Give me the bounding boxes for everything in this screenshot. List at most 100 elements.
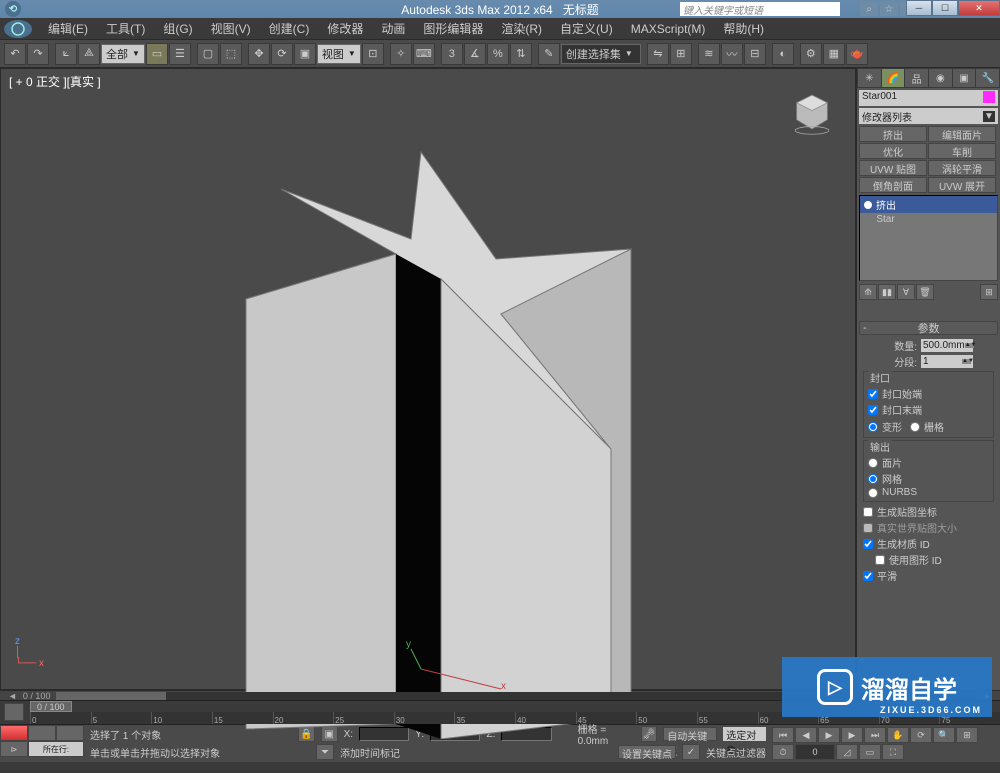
selection-filter-dropdown[interactable]: 全部▼: [101, 44, 145, 64]
tab-utilities[interactable]: 🔧: [976, 69, 999, 87]
render-button[interactable]: 🫖: [846, 43, 868, 65]
mod-btn-lathe[interactable]: 车削: [928, 143, 996, 159]
minimize-button[interactable]: ─: [906, 0, 932, 16]
rollout-header[interactable]: -参数: [859, 321, 998, 335]
nav-max-button[interactable]: ⛶: [882, 744, 904, 760]
maximize-button[interactable]: ☐: [932, 0, 958, 16]
menu-rendering[interactable]: 渲染(R): [493, 18, 550, 39]
app-menu-button[interactable]: [4, 20, 32, 38]
goto-start-button[interactable]: ⏮: [772, 727, 794, 743]
tab-motion[interactable]: ◉: [929, 69, 952, 87]
pin-stack-button[interactable]: ⟰: [859, 284, 877, 300]
link-button[interactable]: ⟀: [55, 43, 77, 65]
keyfilter-button[interactable]: 关键点过滤器: [706, 745, 766, 760]
menu-view[interactable]: 视图(V): [203, 18, 259, 39]
menu-grapheditors[interactable]: 图形编辑器: [415, 18, 491, 39]
stack-item-extrude[interactable]: 挤出: [860, 196, 997, 213]
goto-end-button[interactable]: ⏭: [864, 727, 886, 743]
time-tag-icon[interactable]: ⏷: [316, 744, 334, 760]
layer-button[interactable]: ≋: [698, 43, 720, 65]
configure-sets-button[interactable]: ⊞: [980, 284, 998, 300]
keyobj-dropdown[interactable]: 选定对象: [723, 727, 766, 741]
nav-orbit-button[interactable]: ⟳: [910, 727, 932, 743]
modifier-stack[interactable]: 挤出 Star: [859, 195, 998, 281]
cap-start-check[interactable]: [868, 389, 878, 399]
select-name-button[interactable]: ☰: [169, 43, 191, 65]
menu-maxscript[interactable]: MAXScript(M): [623, 20, 714, 38]
percent-snap-button[interactable]: %: [487, 43, 509, 65]
bulb-icon[interactable]: [864, 201, 872, 209]
show-end-button[interactable]: ▮▮: [878, 284, 896, 300]
rotate-button[interactable]: ⟳: [271, 43, 293, 65]
time-config-button[interactable]: ⏱: [772, 744, 794, 760]
time-slider[interactable]: 0 / 100: [30, 701, 72, 712]
angle-snap-button[interactable]: ∡: [464, 43, 486, 65]
comm-icon[interactable]: ☆: [880, 2, 898, 16]
maxscript-mini-button[interactable]: ⊳: [0, 741, 28, 757]
tab-hierarchy[interactable]: 品: [905, 69, 928, 87]
unlink-button[interactable]: ⟁: [78, 43, 100, 65]
amount-spinner[interactable]: 500.0mm▲▼: [921, 339, 973, 352]
pivot-button[interactable]: ⊡: [362, 43, 384, 65]
render-frame-button[interactable]: ▦: [823, 43, 845, 65]
ref-coord-dropdown[interactable]: 视图▼: [317, 44, 361, 64]
edit-named-sel-button[interactable]: ✎: [538, 43, 560, 65]
realworld-check[interactable]: [863, 523, 873, 533]
tab-display[interactable]: ▣: [953, 69, 976, 87]
key-icon[interactable]: 🗝: [641, 726, 658, 742]
nav-region-button[interactable]: ▭: [859, 744, 881, 760]
patch-radio[interactable]: [868, 458, 878, 468]
mod-btn-uvwunwrap[interactable]: UVW 展开: [928, 177, 996, 193]
move-button[interactable]: ✥: [248, 43, 270, 65]
set-key-button[interactable]: [4, 703, 24, 721]
snap-toggle-button[interactable]: 3: [441, 43, 463, 65]
keyfilter-icon[interactable]: ✓: [682, 744, 700, 760]
menu-group[interactable]: 组(G): [155, 18, 200, 39]
next-frame-button[interactable]: ▶: [841, 727, 863, 743]
nav-fov-button[interactable]: ◿: [836, 744, 858, 760]
viewport-label[interactable]: [ + 0 正交 ][真实 ]: [9, 73, 101, 90]
smooth-check[interactable]: [863, 571, 873, 581]
menu-modifiers[interactable]: 修改器: [319, 18, 371, 39]
menu-animation[interactable]: 动画: [373, 18, 413, 39]
help-search-input[interactable]: 键入关键字或短语: [680, 2, 840, 16]
menu-create[interactable]: 创建(C): [261, 18, 318, 39]
mod-btn-optimize[interactable]: 优化: [859, 143, 927, 159]
add-time-tag[interactable]: 添加时间标记: [340, 745, 400, 760]
select-object-button[interactable]: ▭: [146, 43, 168, 65]
prev-frame-button[interactable]: ◀: [795, 727, 817, 743]
stack-item-base[interactable]: Star: [860, 213, 997, 226]
object-color-swatch[interactable]: [983, 91, 995, 103]
segments-spinner[interactable]: 1▲▼: [921, 355, 973, 368]
manip-button[interactable]: ✧: [390, 43, 412, 65]
keyboard-shortcut-button[interactable]: ⌨: [413, 43, 435, 65]
nurbs-radio[interactable]: [868, 488, 878, 498]
script-line-button[interactable]: 所在行:: [28, 741, 84, 757]
gen-mat-check[interactable]: [863, 539, 873, 549]
grid-radio[interactable]: [910, 422, 920, 432]
undo-button[interactable]: ↶: [4, 43, 26, 65]
curve-editor-button[interactable]: 〰: [721, 43, 743, 65]
status-b3[interactable]: [56, 725, 84, 741]
mesh-radio[interactable]: [868, 474, 878, 484]
remove-mod-button[interactable]: 🗑: [916, 284, 934, 300]
nav-zoomall-button[interactable]: ⊞: [956, 727, 978, 743]
schematic-button[interactable]: ⊟: [744, 43, 766, 65]
mod-btn-turbosmooth[interactable]: 涡轮平滑: [928, 160, 996, 176]
unique-button[interactable]: ∀: [897, 284, 915, 300]
gen-uv-check[interactable]: [863, 507, 873, 517]
menu-customize[interactable]: 自定义(U): [552, 18, 621, 39]
nav-zoom-button[interactable]: 🔍: [933, 727, 955, 743]
status-rec-button[interactable]: [0, 725, 28, 741]
mod-btn-editpatch[interactable]: 编辑面片: [928, 126, 996, 142]
object-name-field[interactable]: Star001: [859, 90, 998, 106]
mod-btn-extrude[interactable]: 挤出: [859, 126, 927, 142]
infocenter-icon[interactable]: ⌕: [860, 2, 878, 16]
frame-field[interactable]: 0: [795, 744, 835, 760]
rect-region-button[interactable]: ▢: [197, 43, 219, 65]
render-setup-button[interactable]: ⚙: [800, 43, 822, 65]
cap-end-check[interactable]: [868, 405, 878, 415]
status-b2[interactable]: [28, 725, 56, 741]
align-button[interactable]: ⊞: [670, 43, 692, 65]
viewport[interactable]: [ + 0 正交 ][真实 ] x y z│ └── x: [0, 68, 856, 690]
